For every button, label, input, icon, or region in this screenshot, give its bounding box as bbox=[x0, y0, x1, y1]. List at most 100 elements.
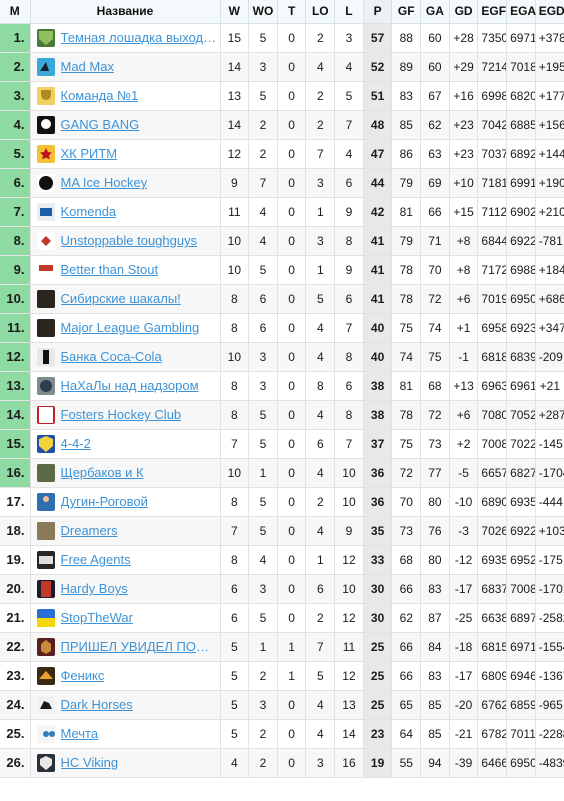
team-name-link[interactable]: НаХаЛы над надзором bbox=[61, 378, 199, 393]
expected-goals-against-cell: 70115 bbox=[506, 718, 536, 749]
team-logo-icon bbox=[36, 57, 55, 76]
column-header-gd[interactable]: GD bbox=[448, 0, 479, 24]
team-name-link[interactable]: Dark Horses bbox=[61, 697, 133, 712]
losses-overtime-cell: 5 bbox=[305, 283, 336, 314]
team-name-link[interactable]: Щербаков и К bbox=[61, 465, 144, 480]
table-row: 22.ПРИШЕЛ УВИДЕЛ ПОБ…511711256684-186815… bbox=[0, 631, 564, 662]
wins-overtime-cell: 5 bbox=[248, 80, 278, 111]
points-cell: 23 bbox=[362, 718, 393, 749]
table-row: 4.GANG BANG142027488562+237042168857+156… bbox=[0, 109, 564, 140]
ties-cell: 0 bbox=[276, 80, 307, 111]
expected-goal-diff-cell: -1704 bbox=[534, 457, 564, 488]
team-name-link[interactable]: Unstoppable toughguys bbox=[61, 233, 198, 248]
team-cell: Темная лошадка выходи… bbox=[29, 22, 221, 53]
expected-goals-against-cell: 69506 bbox=[506, 747, 536, 778]
expected-goals-against-cell: 69222 bbox=[506, 225, 536, 256]
column-header-rank[interactable]: M bbox=[0, 0, 31, 24]
team-logo-icon bbox=[36, 666, 55, 685]
goal-diff-cell: -5 bbox=[448, 457, 479, 488]
column-header-ga[interactable]: GA bbox=[420, 0, 450, 24]
team-name-link[interactable]: Dreamers bbox=[61, 523, 118, 538]
column-header-egd[interactable]: EGD bbox=[534, 0, 564, 24]
goal-diff-cell: -3 bbox=[448, 515, 479, 546]
team-cell: Щербаков и К bbox=[29, 457, 221, 488]
points-cell: 25 bbox=[362, 660, 393, 691]
team-name-link[interactable]: StopTheWar bbox=[61, 610, 134, 625]
points-cell: 37 bbox=[362, 428, 393, 459]
rank-cell: 11. bbox=[0, 312, 31, 343]
expected-goal-diff-cell: +21 bbox=[534, 370, 564, 401]
column-header-w[interactable]: W bbox=[219, 0, 250, 24]
column-header-name[interactable]: Название bbox=[29, 0, 221, 24]
expected-goal-diff-cell: -1367 bbox=[534, 660, 564, 691]
expected-goals-against-cell: 69507 bbox=[506, 283, 536, 314]
expected-goal-diff-cell: -209 bbox=[534, 341, 564, 372]
goals-for-cell: 73 bbox=[391, 515, 422, 546]
table-row: 7. Komenda 114019428166+157112569023+2102 bbox=[0, 196, 564, 227]
column-header-lo[interactable]: LO bbox=[305, 0, 336, 24]
ties-cell: 0 bbox=[276, 22, 307, 53]
team-name-link[interactable]: Better than Stout bbox=[61, 262, 159, 277]
column-header-egf[interactable]: EGF bbox=[477, 0, 508, 24]
goals-against-cell: 71 bbox=[420, 225, 450, 256]
team-name-link[interactable]: Темная лошадка выходи… bbox=[61, 30, 217, 45]
losses-cell: 16 bbox=[334, 747, 364, 778]
losses-cell: 6 bbox=[334, 167, 364, 198]
team-name-link[interactable]: Komenda bbox=[61, 204, 117, 219]
team-name-link[interactable]: HC Viking bbox=[61, 755, 119, 770]
ties-cell: 0 bbox=[276, 370, 307, 401]
column-header-p[interactable]: P bbox=[362, 0, 393, 24]
ties-cell: 0 bbox=[276, 196, 307, 227]
column-header-gf[interactable]: GF bbox=[391, 0, 422, 24]
points-cell: 51 bbox=[362, 80, 393, 111]
goals-against-cell: 73 bbox=[420, 428, 450, 459]
team-name-link[interactable]: Феникс bbox=[61, 668, 105, 683]
losses-overtime-cell: 1 bbox=[305, 544, 336, 575]
points-cell: 40 bbox=[362, 341, 393, 372]
goals-against-cell: 66 bbox=[420, 196, 450, 227]
rank-cell: 4. bbox=[0, 109, 31, 140]
expected-goals-against-cell: 69461 bbox=[506, 660, 536, 691]
team-name-link[interactable]: Дугин-Роговой bbox=[61, 494, 148, 509]
column-header-ega[interactable]: EGA bbox=[506, 0, 536, 24]
column-header-l[interactable]: L bbox=[334, 0, 364, 24]
team-name-link[interactable]: 4-4-2 bbox=[61, 436, 91, 451]
column-header-t[interactable]: T bbox=[276, 0, 307, 24]
points-cell: 42 bbox=[362, 196, 393, 227]
team-name-link[interactable]: Mad Max bbox=[61, 59, 114, 74]
table-row: 8. Unstoppable toughguys 10 4 0 3 8 41 79 71 +8 684… bbox=[0, 225, 564, 256]
expected-goal-diff-cell: +287 bbox=[534, 399, 564, 430]
team-name-link[interactable]: Сибирские шакалы! bbox=[61, 291, 181, 306]
team-logo-icon bbox=[36, 608, 55, 627]
team-name-link[interactable]: Банка Coca-Cola bbox=[61, 349, 162, 364]
team-name-link[interactable]: Мечта bbox=[61, 726, 99, 741]
rank-cell: 5. bbox=[0, 138, 31, 169]
expected-goal-diff-cell: -2582 bbox=[534, 602, 564, 633]
goals-against-cell: 74 bbox=[420, 312, 450, 343]
rank-cell: 2. bbox=[0, 51, 31, 82]
goals-against-cell: 72 bbox=[420, 283, 450, 314]
expected-goals-for-cell: 69351 bbox=[477, 544, 508, 575]
goals-for-cell: 74 bbox=[391, 341, 422, 372]
team-name-link[interactable]: ПРИШЕЛ УВИДЕЛ ПОБ… bbox=[61, 639, 217, 654]
team-name-link[interactable]: Free Agents bbox=[61, 552, 131, 567]
column-header-wo[interactable]: WO bbox=[248, 0, 278, 24]
team-name-link[interactable]: Команда №1 bbox=[61, 88, 139, 103]
team-name-link[interactable]: GANG BANG bbox=[61, 117, 140, 132]
expected-goals-against-cell: 68928 bbox=[506, 138, 536, 169]
losses-overtime-cell: 2 bbox=[305, 109, 336, 140]
team-name-link[interactable]: Major League Gambling bbox=[61, 320, 200, 335]
goals-against-cell: 77 bbox=[420, 457, 450, 488]
team-cell: Better than Stout bbox=[29, 254, 221, 285]
team-name-link[interactable]: ХК РИТМ bbox=[61, 146, 118, 161]
team-cell: Dark Horses bbox=[29, 689, 221, 720]
expected-goals-against-cell: 68205 bbox=[506, 80, 536, 111]
goals-for-cell: 79 bbox=[391, 167, 422, 198]
team-name-link[interactable]: Fosters Hockey Club bbox=[61, 407, 182, 422]
team-name-link[interactable]: Hardy Boys bbox=[61, 581, 128, 596]
expected-goals-against-cell: 69613 bbox=[506, 370, 536, 401]
goal-diff-cell: -17 bbox=[448, 660, 479, 691]
team-name-link[interactable]: MA Ice Hockey bbox=[61, 175, 148, 190]
rank-cell: 16. bbox=[0, 457, 31, 488]
losses-overtime-cell: 1 bbox=[305, 254, 336, 285]
